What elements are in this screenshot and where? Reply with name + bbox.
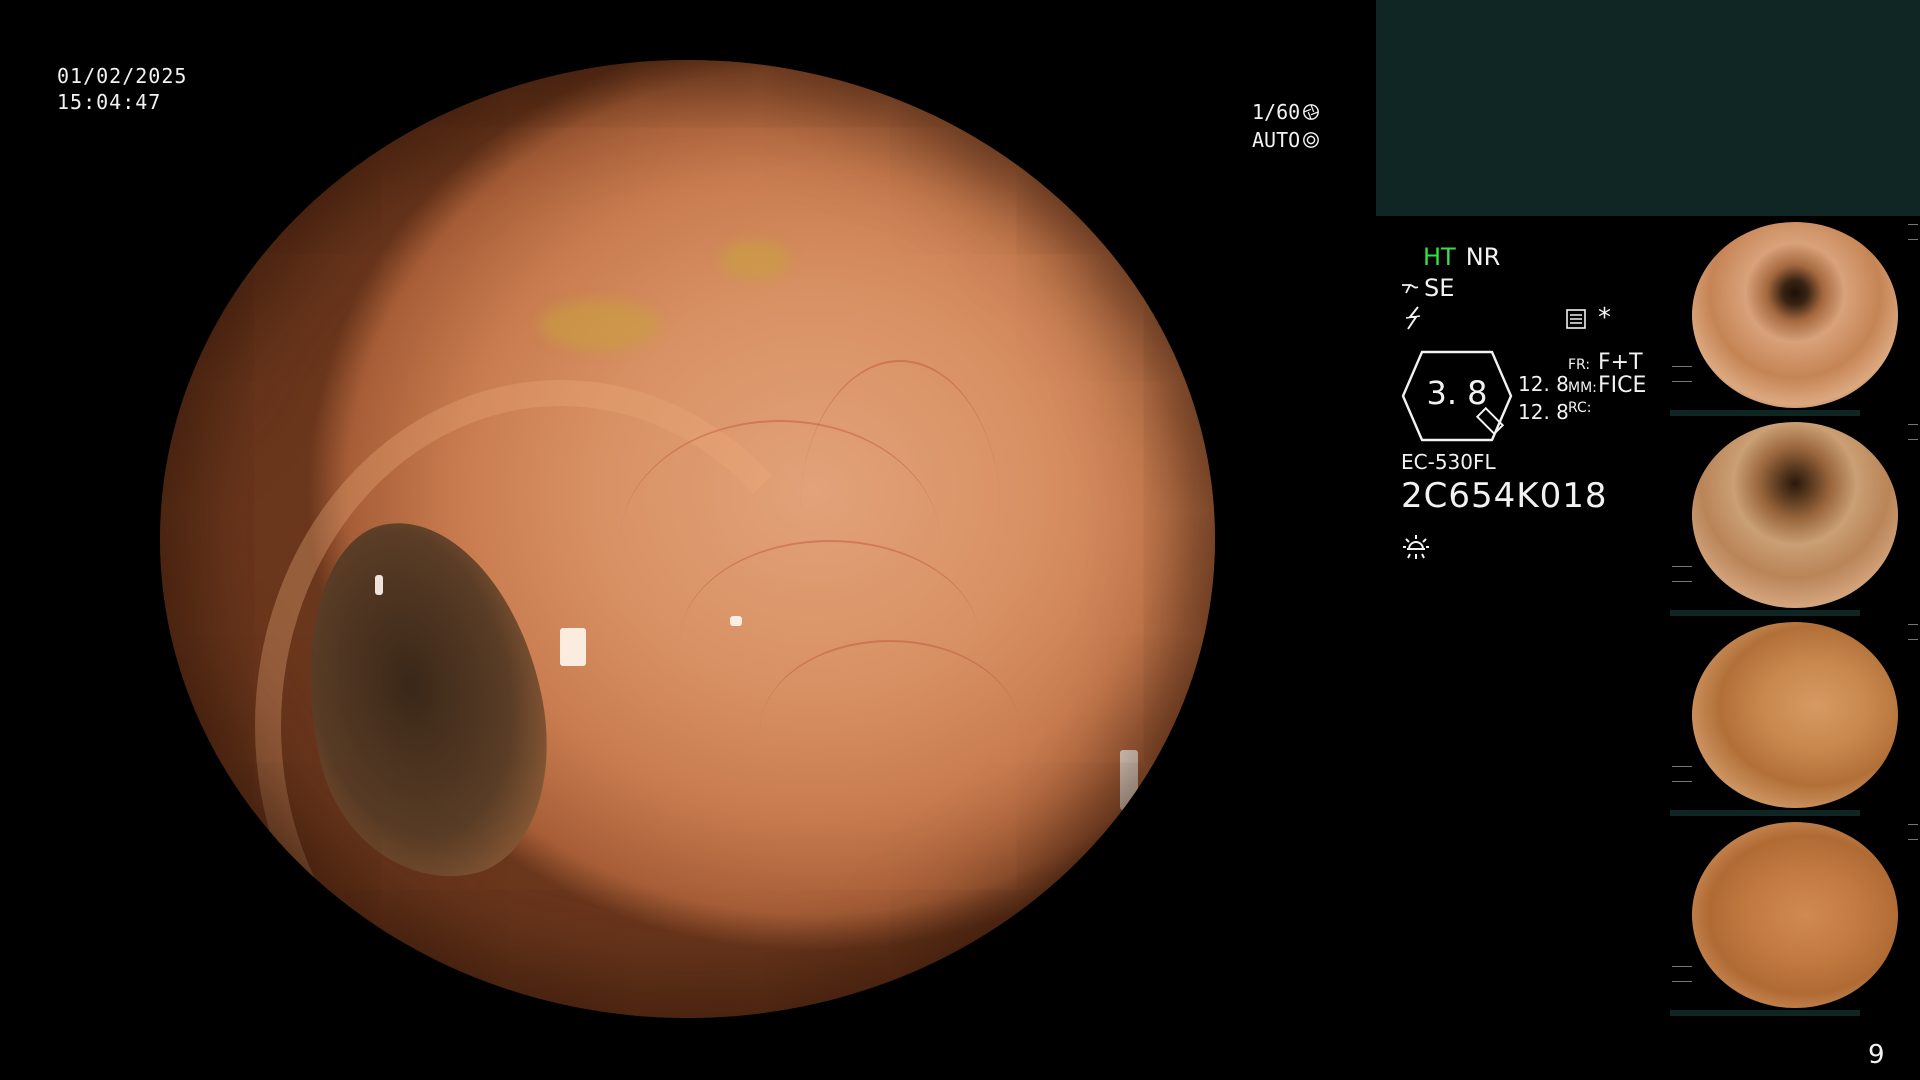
zoom-value: 3. 8	[1426, 374, 1488, 412]
thumbnail-meta	[1908, 624, 1918, 640]
thumbnail-image	[1692, 622, 1898, 808]
menu-list-icon	[1566, 309, 1586, 329]
time-text: 15:04:47	[57, 90, 162, 114]
mm-label: MM:	[1568, 380, 1597, 396]
thumbnail-image	[1692, 822, 1898, 1008]
thumbnail-meta	[1908, 424, 1918, 440]
shutter-speed-row: 1/60	[1252, 98, 1320, 126]
bolt-icon	[1405, 306, 1421, 330]
thumbnail-4[interactable]	[1670, 816, 1920, 1016]
thumbnail-image	[1692, 222, 1898, 408]
view-vignette	[160, 60, 1215, 1018]
fr-label: FR:	[1568, 357, 1591, 373]
scope-serial: 2C654K018	[1401, 476, 1608, 516]
info-panel-top	[1376, 0, 1920, 216]
shutter-mode-row: AUTO	[1252, 126, 1320, 154]
thumbnail-meta	[1672, 966, 1692, 982]
setting-value-a: 12. 8	[1518, 372, 1569, 396]
se-mode-icon	[1402, 284, 1419, 294]
thumbnail-bar	[1670, 1010, 1860, 1016]
setting-value-b: 12. 8	[1518, 400, 1569, 424]
capture-thumbnails	[1670, 216, 1920, 1016]
capture-count: 9	[1868, 1040, 1885, 1070]
se-label: SE	[1424, 274, 1455, 302]
thumbnail-meta	[1908, 824, 1918, 840]
light-icon	[1403, 535, 1429, 559]
thumbnail-meta	[1672, 366, 1692, 382]
thumbnail-2[interactable]	[1670, 416, 1920, 616]
auto-iris-icon	[1303, 132, 1320, 148]
date-text: 01/02/2025	[57, 64, 188, 88]
scope-model: EC-530FL	[1401, 450, 1496, 474]
mm-setting: MM: FICE	[1568, 373, 1646, 398]
shutter-speed: 1/60	[1252, 100, 1301, 124]
se-row: SE	[1400, 274, 1454, 302]
thumbnail-meta	[1672, 766, 1692, 782]
thumbnail-1[interactable]	[1670, 216, 1920, 416]
shutter-icon	[1303, 104, 1320, 120]
thumbnail-meta	[1672, 566, 1692, 582]
thumbnail-meta	[1908, 224, 1918, 240]
ht-nr-status: HT NR	[1423, 243, 1500, 271]
rc-label: RC:	[1568, 400, 1592, 416]
thumbnail-image	[1692, 422, 1898, 608]
endoscope-main-view	[160, 60, 1215, 1018]
rc-setting: RC:	[1568, 400, 1598, 416]
shutter-mode: AUTO	[1252, 128, 1301, 152]
shutter-readout: 1/60 AUTO	[1252, 98, 1320, 154]
thumbnail-3[interactable]	[1670, 616, 1920, 816]
mm-value: FICE	[1598, 373, 1647, 398]
fr-value: F+T	[1598, 350, 1643, 375]
datetime: 01/02/2025 15:04:47	[57, 63, 187, 115]
star-marker: *	[1598, 303, 1611, 333]
fr-setting: FR: F+T	[1568, 350, 1643, 375]
nr-label: NR	[1465, 243, 1501, 271]
ht-label: HT	[1423, 243, 1456, 271]
